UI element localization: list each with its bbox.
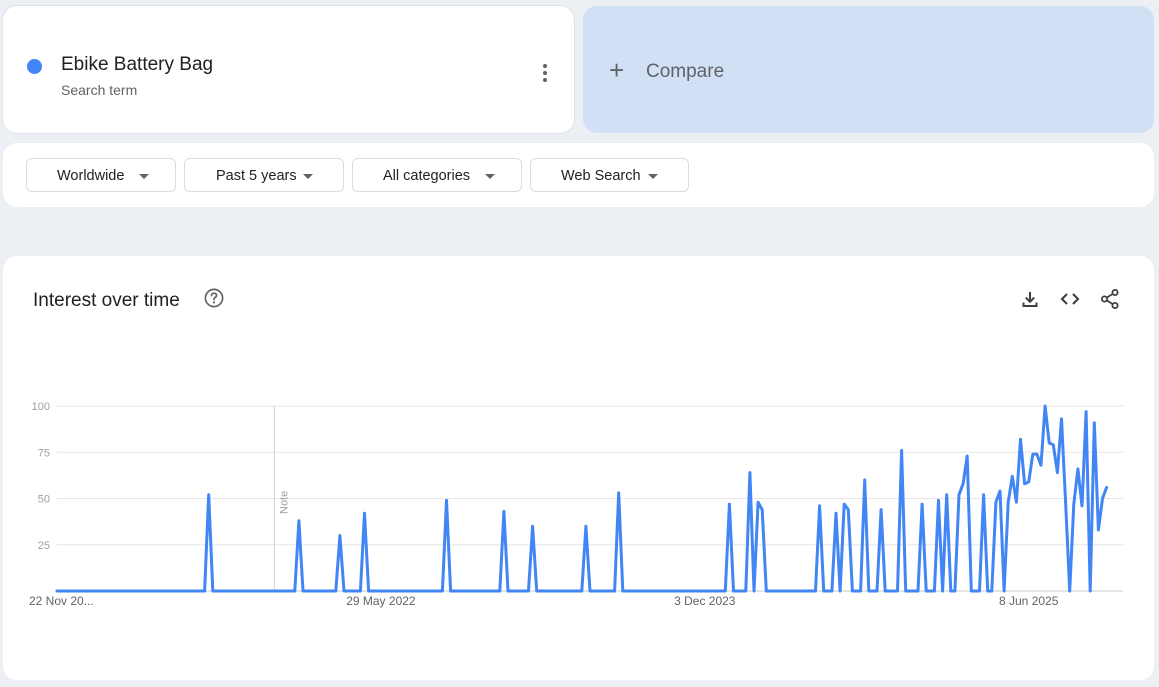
category-filter[interactable]: All categories [352,158,522,192]
search-term-card[interactable]: Ebike Battery Bag Search term [3,6,574,133]
x-tick-label: 29 May 2022 [346,594,416,608]
more-options-icon[interactable] [537,62,553,88]
series-color-dot [27,59,42,74]
search-type-filter[interactable]: Web Search [530,158,689,192]
filter-bar: Worldwide Past 5 years All categories We… [3,143,1154,207]
category-filter-label: All categories [383,168,471,184]
chevron-down-icon [303,174,313,179]
search-term-subtitle: Search term [61,82,138,98]
region-filter[interactable]: Worldwide [26,158,176,192]
x-tick-label: 3 Dec 2023 [674,594,736,608]
y-tick-label: 75 [38,447,50,459]
interest-over-time-card: Interest over time 100 75 50 25 Note 22 Nov… [3,256,1154,680]
compare-label: Compare [646,61,725,82]
y-tick-label: 25 [38,540,50,552]
search-type-filter-label: Web Search [561,168,641,184]
time-range-filter-label: Past 5 years [216,168,297,184]
y-tick-label: 50 [38,494,50,506]
plus-icon: + [609,55,625,85]
x-tick-label: 8 Jun 2025 [999,594,1059,608]
chevron-down-icon [139,174,149,179]
search-term-name[interactable]: Ebike Battery Bag [61,54,213,76]
region-filter-label: Worldwide [57,168,125,184]
line-chart: 100 75 50 25 Note 22 Nov 20... 29 May 2022 3 … [29,401,1123,608]
y-tick-label: 100 [32,401,50,413]
time-range-filter[interactable]: Past 5 years [184,158,344,192]
compare-button[interactable]: + Compare [583,6,1154,133]
annotation-label[interactable]: Note [278,491,290,514]
chevron-down-icon [485,174,495,179]
chevron-down-icon [648,174,658,179]
x-tick-label: 22 Nov 20... [29,594,94,608]
